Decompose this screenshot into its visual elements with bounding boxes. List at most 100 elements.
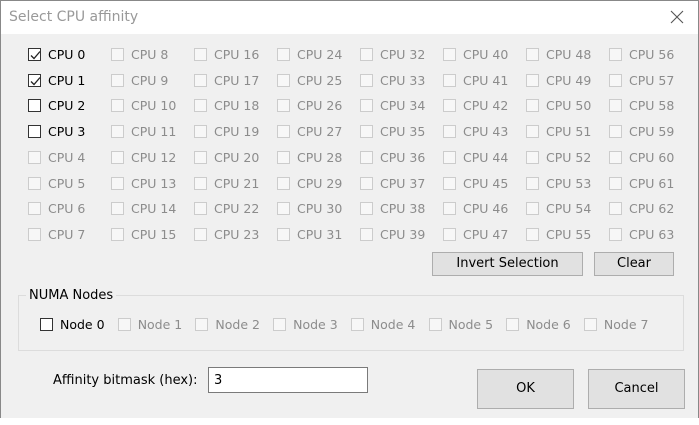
checkbox-box: [195, 318, 209, 331]
checkbox-box: [277, 202, 290, 216]
checkbox-label: CPU 2: [48, 98, 86, 114]
checkbox-label: CPU 34: [380, 98, 426, 114]
checkbox-label: CPU 60: [629, 149, 675, 165]
checkbox-label: CPU 40: [463, 47, 509, 62]
checkbox-label: CPU 21: [214, 175, 260, 191]
checkbox-box: [609, 150, 622, 164]
checkbox-box: [194, 125, 207, 139]
cancel-button[interactable]: Cancel: [588, 369, 685, 409]
checkbox-label: CPU 19: [214, 124, 260, 140]
checkbox-label: Node 1: [137, 317, 183, 332]
checkbox-box: [111, 99, 124, 113]
checkbox-box: [28, 150, 41, 164]
checkbox-label: CPU 45: [463, 175, 509, 191]
checkbox-label: CPU 61: [629, 175, 675, 191]
checkbox-label: CPU 6: [48, 201, 86, 217]
checkbox-label: CPU 7: [48, 226, 86, 242]
checkbox-label: CPU 25: [297, 72, 343, 88]
checkbox-label: CPU 57: [629, 72, 675, 88]
checkbox-box: [609, 176, 622, 190]
invert-selection-label: Invert Selection: [456, 256, 559, 271]
checkbox-label: CPU 14: [131, 201, 177, 217]
checkbox-label: CPU 49: [546, 72, 592, 88]
checkbox-box: [273, 318, 287, 331]
checkbox-box: [609, 227, 622, 241]
checkbox-label: CPU 29: [297, 175, 343, 191]
checkbox-box: [609, 202, 622, 216]
checkbox-label: CPU 31: [297, 226, 343, 242]
checkbox-box[interactable]: [28, 99, 41, 113]
ok-button[interactable]: OK: [477, 369, 574, 409]
checkbox-box[interactable]: [28, 125, 41, 139]
checkbox-label: Node 5: [448, 317, 494, 332]
checkbox-label: CPU 53: [546, 175, 592, 191]
checkbox-label: CPU 10: [131, 98, 177, 114]
checkbox-box[interactable]: [28, 48, 41, 61]
checkbox-label: CPU 8: [131, 47, 169, 62]
checkbox-label: CPU 28: [297, 149, 343, 165]
checkbox-label: CPU 3: [48, 124, 86, 140]
clear-label: Clear: [617, 256, 651, 271]
checkbox-box: [117, 318, 131, 331]
checkbox-label: Node 6: [526, 317, 571, 332]
invert-selection-button[interactable]: Invert Selection: [432, 252, 583, 276]
checkbox-label: CPU 24: [297, 47, 343, 62]
checkbox-label: CPU 23: [214, 226, 260, 242]
checkbox-label: CPU 11: [131, 124, 177, 140]
checkbox-box: [277, 125, 290, 139]
checkbox-box: [443, 48, 456, 61]
checkbox-box: [443, 73, 456, 87]
checkbox-box: [443, 125, 456, 139]
checkbox-box: [360, 227, 373, 241]
checkmark-icon: [30, 51, 41, 60]
checkbox-box: [277, 150, 290, 164]
checkbox-label: CPU 17: [214, 72, 260, 88]
checkbox-box: [526, 150, 539, 164]
clear-button[interactable]: Clear: [594, 252, 674, 276]
checkbox-box: [277, 227, 290, 241]
checkbox-box: [194, 227, 207, 241]
ok-label: OK: [516, 381, 535, 396]
checkbox-label: CPU 46: [463, 201, 509, 217]
checkbox-box: [111, 202, 124, 216]
checkbox-box: [111, 48, 124, 61]
checkbox-box: [526, 202, 539, 216]
close-button[interactable]: [662, 3, 692, 31]
checkbox-box: [360, 125, 373, 139]
checkbox-label: CPU 52: [546, 149, 592, 165]
checkbox-label: CPU 35: [380, 124, 426, 140]
checkbox-label: CPU 38: [380, 201, 426, 217]
checkbox-label: CPU 22: [214, 201, 260, 217]
checkbox-box: [28, 176, 41, 190]
checkbox-box: [28, 227, 41, 241]
checkbox-box[interactable]: [40, 318, 53, 331]
dialog-title: Select CPU affinity: [9, 9, 139, 25]
checkbox-label: CPU 20: [214, 149, 260, 165]
checkbox-label: CPU 62: [629, 201, 675, 217]
checkbox-label: CPU 50: [546, 98, 592, 114]
checkbox-box: [526, 176, 539, 190]
checkbox-label: Node 4: [370, 317, 416, 332]
checkbox-label: CPU 18: [214, 98, 260, 114]
checkbox-label: CPU 4: [48, 149, 86, 165]
checkbox-label: CPU 51: [546, 124, 592, 140]
checkbox-label: CPU 0: [48, 47, 86, 62]
checkbox-box: [506, 318, 520, 331]
checkbox-box: [526, 227, 539, 241]
checkbox-label: CPU 1: [48, 72, 86, 88]
checkbox-box: [443, 150, 456, 164]
checkbox-label: CPU 26: [297, 98, 343, 114]
checkbox-box: [443, 176, 456, 190]
checkbox-box: [111, 125, 124, 139]
checkbox-box: [350, 318, 364, 331]
checkbox-label: CPU 44: [463, 149, 509, 165]
checkbox-box: [194, 176, 207, 190]
checkbox-box: [526, 125, 539, 139]
checkbox-label: CPU 47: [463, 226, 509, 242]
checkbox-label: CPU 27: [297, 124, 343, 140]
checkbox-label: CPU 9: [131, 72, 169, 88]
affinity-bitmask-input[interactable]: [208, 367, 368, 393]
close-icon: [670, 10, 684, 24]
checkbox-box[interactable]: [28, 73, 41, 87]
checkbox-box: [443, 227, 456, 241]
